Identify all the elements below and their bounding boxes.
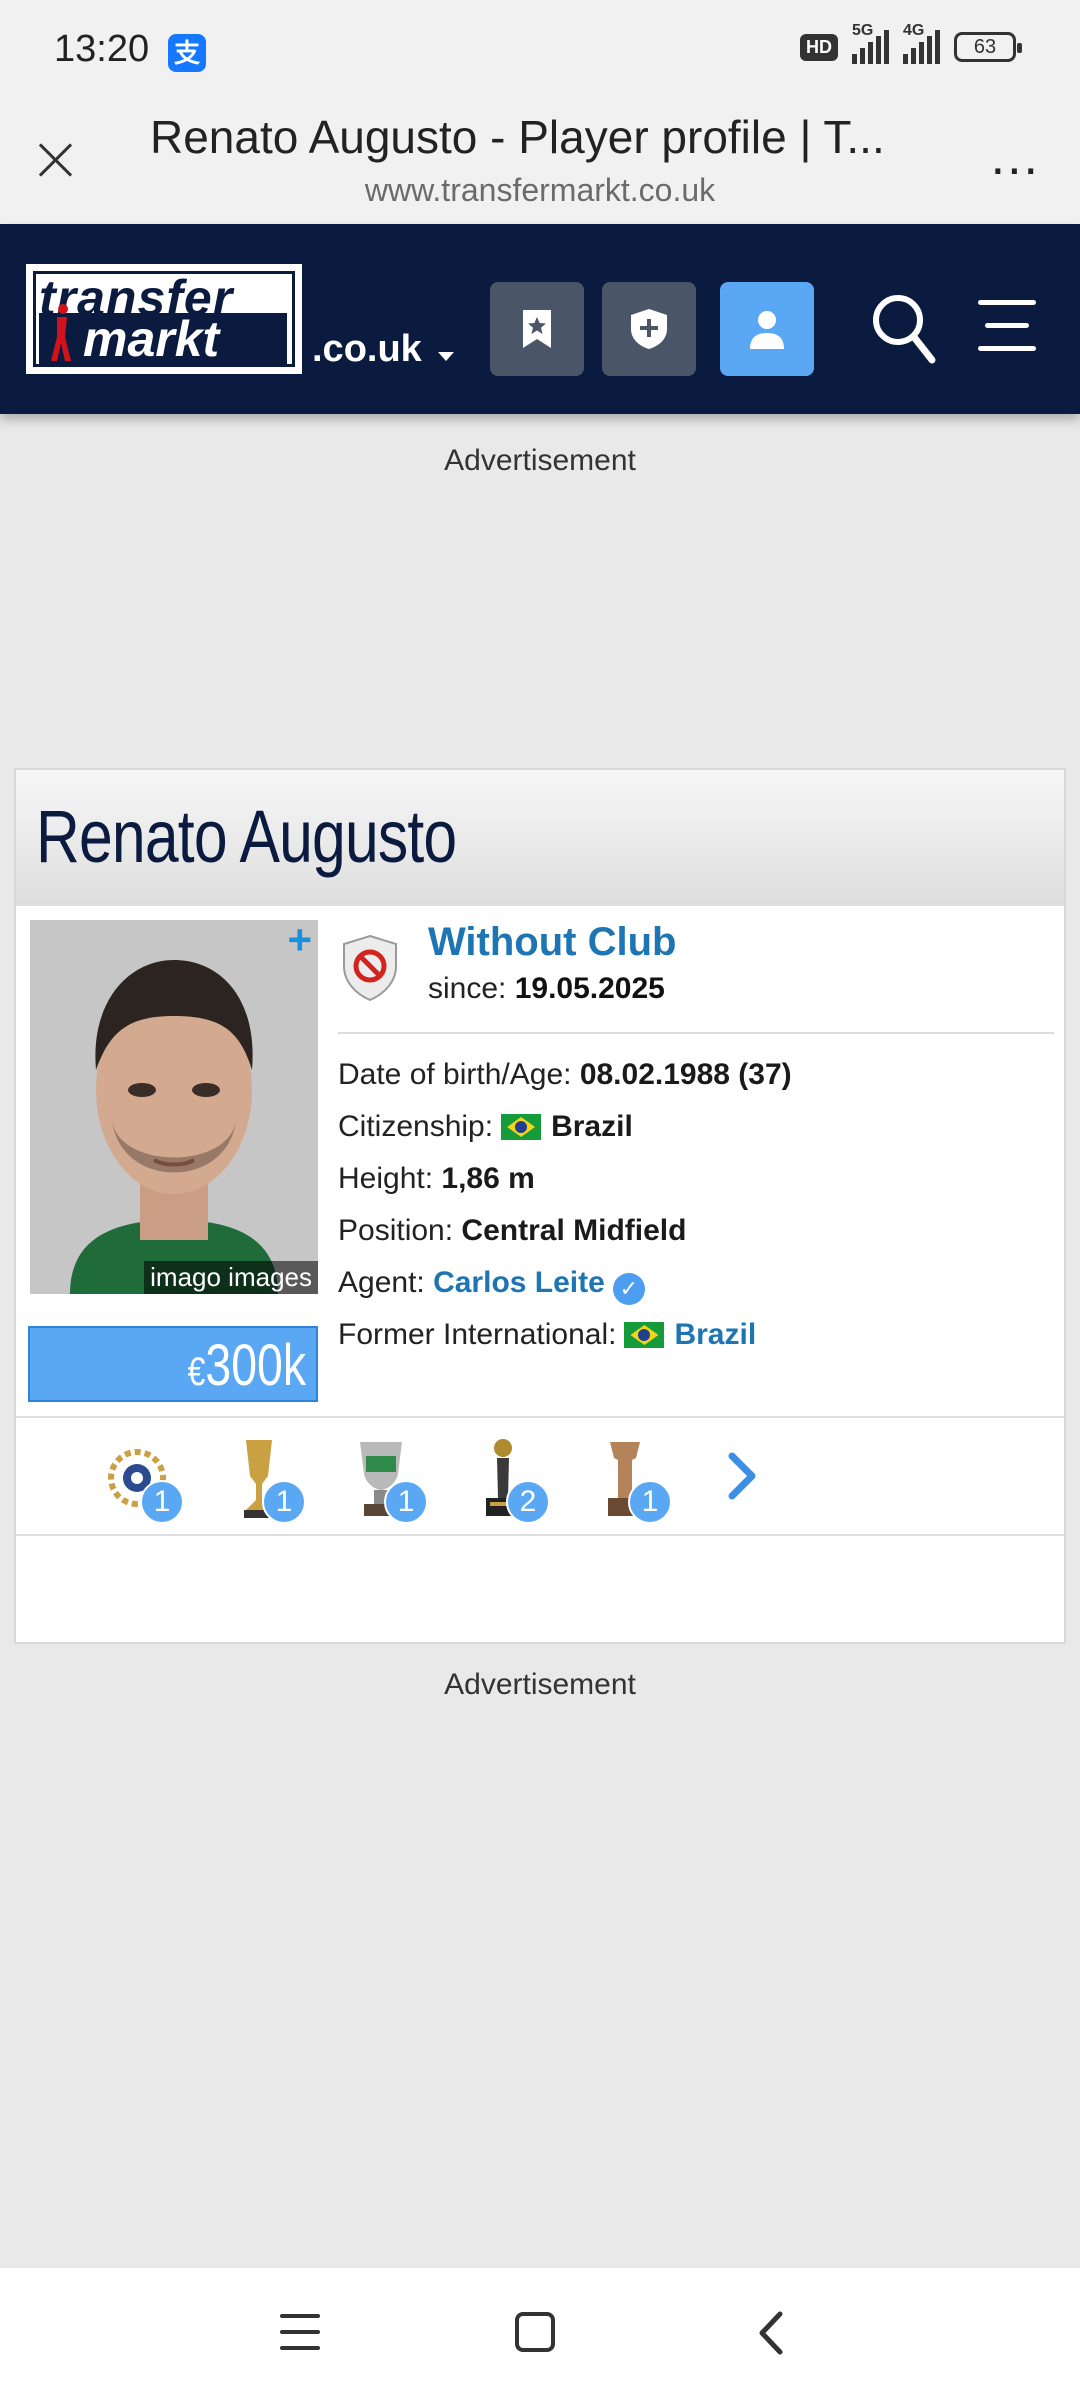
page-title: Renato Augusto - Player profile | T... xyxy=(150,111,885,163)
player-name: Renato Augusto xyxy=(36,795,457,878)
club-since: since: 19.05.2025 xyxy=(428,972,665,1005)
signal-4g-icon: 4G xyxy=(903,22,940,64)
chevron-down-icon[interactable] xyxy=(438,352,454,361)
footballer-icon xyxy=(51,304,71,361)
signal-5g-icon: 5G xyxy=(852,22,889,64)
status-bar: 13:20 支 HD 5G 4G 63 xyxy=(0,0,1080,100)
market-value: €300k xyxy=(187,1333,306,1398)
watchlist-button[interactable] xyxy=(490,282,584,376)
no-club-crest-icon xyxy=(343,934,397,1002)
divider xyxy=(338,1032,1054,1034)
menu-icon[interactable] xyxy=(978,300,1036,352)
recent-apps-icon[interactable] xyxy=(280,2314,320,2350)
chevron-right-icon[interactable] xyxy=(722,1446,762,1506)
user-icon xyxy=(750,311,784,349)
transfermarkt-logo[interactable]: transfer markt xyxy=(23,261,305,377)
add-photo-icon[interactable]: + xyxy=(287,920,312,964)
bookmark-star-icon xyxy=(523,310,551,348)
hd-voice-icon: HD xyxy=(800,33,838,61)
dark-trophy-icon[interactable]: 2 xyxy=(468,1436,550,1524)
domain-selector[interactable]: .co.uk xyxy=(312,328,422,371)
info-former-international: Former International: Brazil xyxy=(338,1318,757,1351)
achievements-strip: 1 1 1 2 1 xyxy=(16,1416,1064,1536)
info-agent: Agent: Carlos Leite ✓ xyxy=(338,1266,645,1305)
back-icon[interactable] xyxy=(752,2310,792,2356)
home-icon[interactable] xyxy=(515,2312,555,2352)
status-indicators: HD 5G 4G 63 xyxy=(800,22,1022,64)
browser-title-bar: Renato Augusto - Player profile | T... w… xyxy=(0,100,1080,224)
app-notification-icon: 支 xyxy=(168,34,206,72)
profile-button[interactable] xyxy=(720,282,814,376)
market-value-box[interactable]: €300k xyxy=(28,1326,318,1402)
page-url[interactable]: www.transfermarkt.co.uk xyxy=(150,172,930,209)
battery-icon: 63 xyxy=(954,32,1022,62)
ad-label-top: Advertisement xyxy=(444,444,636,477)
player-portrait xyxy=(30,920,318,1294)
system-navigation-bar xyxy=(0,2268,1080,2400)
photo-credit: imago images xyxy=(144,1261,318,1294)
cup-trophy-icon[interactable]: 1 xyxy=(346,1436,428,1524)
close-icon[interactable] xyxy=(30,134,80,184)
brazil-flag-icon xyxy=(624,1322,665,1348)
status-time: 13:20 xyxy=(54,28,150,70)
info-height: Height: 1,86 m xyxy=(338,1162,535,1195)
player-photo[interactable]: + imago images xyxy=(30,920,318,1294)
search-icon[interactable] xyxy=(868,290,938,366)
clubs-button[interactable] xyxy=(602,282,696,376)
shield-plus-icon xyxy=(631,309,667,349)
verified-check-icon: ✓ xyxy=(612,1273,645,1305)
national-team-link[interactable]: Brazil xyxy=(674,1318,756,1351)
gold-trophy-icon[interactable]: 1 xyxy=(224,1436,306,1524)
info-position: Position: Central Midfield xyxy=(338,1214,687,1247)
profile-header: Renato Augusto xyxy=(16,770,1064,906)
site-header: transfer markt .co.uk xyxy=(0,224,1080,414)
info-citizenship: Citizenship: Brazil xyxy=(338,1110,633,1143)
player-profile-card: Renato Augusto + imago images €300k With… xyxy=(14,768,1066,1644)
brazil-flag-icon xyxy=(501,1114,542,1140)
info-dob: Date of birth/Age: 08.02.1988 (37) xyxy=(338,1058,792,1091)
laurel-award-icon[interactable]: 1 xyxy=(102,1436,184,1524)
more-options-button[interactable]: ... xyxy=(991,131,1040,183)
ad-label-bottom: Advertisement xyxy=(444,1668,636,1701)
current-club-link[interactable]: Without Club xyxy=(428,920,676,965)
bronze-trophy-icon[interactable]: 1 xyxy=(590,1436,672,1524)
agent-link[interactable]: Carlos Leite xyxy=(433,1266,605,1299)
